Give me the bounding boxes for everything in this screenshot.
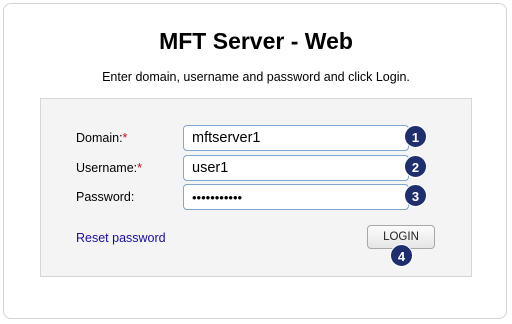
username-input[interactable] bbox=[183, 155, 409, 181]
step-badge-4: 4 bbox=[390, 244, 413, 267]
domain-label: Domain:* bbox=[76, 131, 127, 145]
page-instructions: Enter domain, username and password and … bbox=[102, 70, 410, 84]
step-badge-3: 3 bbox=[404, 184, 427, 207]
step-badge-1: 1 bbox=[404, 125, 427, 148]
step-badge-2: 2 bbox=[404, 155, 427, 178]
reset-password-link[interactable]: Reset password bbox=[76, 231, 166, 245]
username-label: Username:* bbox=[76, 161, 142, 175]
password-label: Password: bbox=[76, 190, 135, 204]
password-input[interactable] bbox=[183, 184, 409, 210]
domain-input[interactable] bbox=[183, 125, 409, 151]
page-title: MFT Server - Web bbox=[159, 28, 353, 54]
domain-label-text: Domain: bbox=[76, 131, 123, 145]
domain-required-mark: * bbox=[122, 131, 128, 145]
username-label-text: Username: bbox=[76, 161, 138, 175]
username-required-mark: * bbox=[137, 161, 143, 175]
